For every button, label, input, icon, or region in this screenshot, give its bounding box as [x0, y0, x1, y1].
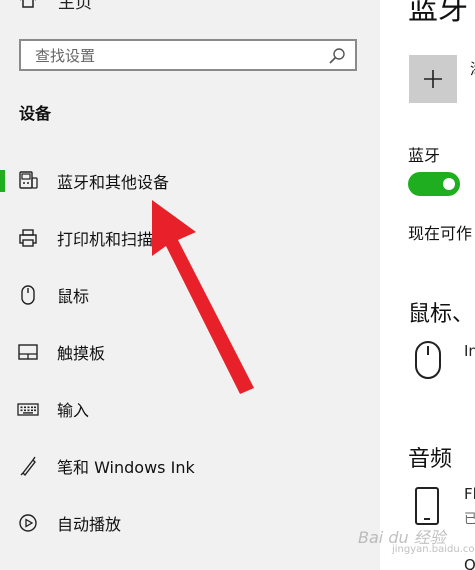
bluetooth-toggle[interactable] [408, 172, 460, 196]
nav-item-printers[interactable]: 打印机和扫描仪 [0, 218, 380, 258]
nav-item-typing[interactable]: 输入 [0, 389, 380, 429]
watermark-url: jingyan.baidu.com [392, 544, 475, 555]
audio-device2-name[interactable]: Q [464, 556, 475, 570]
search-icon[interactable] [328, 47, 346, 65]
nav-item-label: 触摸板 [57, 344, 106, 363]
nav-item-pen[interactable]: 笔和 Windows Ink [0, 446, 380, 486]
phone-device-icon [415, 487, 439, 525]
toggle-knob [443, 178, 455, 190]
add-device-label[interactable]: 添 [470, 58, 475, 79]
bluetooth-toggle-label: 蓝牙 [408, 146, 441, 165]
search-box[interactable] [19, 39, 357, 71]
nav-item-label: 输入 [57, 401, 90, 420]
audio-section-heading: 音频 [408, 447, 453, 472]
plus-icon [424, 70, 442, 88]
mouse-device-icon [415, 341, 441, 379]
content-pane: 蓝牙 添 蓝牙 现在可作 鼠标、 In 音频 Fl 已 Q [380, 0, 475, 570]
selected-indicator [0, 170, 5, 192]
nav-item-label: 笔和 Windows Ink [57, 458, 195, 477]
mouse-icon [21, 285, 35, 305]
search-input[interactable] [33, 45, 327, 67]
discoverable-text: 现在可作 [408, 224, 473, 243]
nav-item-label: 蓝牙和其他设备 [57, 173, 170, 192]
add-device-button[interactable] [409, 55, 457, 103]
nav-item-label: 鼠标 [57, 287, 90, 306]
nav-home-label: 主页 [58, 0, 92, 13]
nav-item-label: 打印机和扫描仪 [57, 230, 170, 249]
nav-section-title: 设备 [19, 104, 52, 123]
autoplay-icon [19, 514, 37, 532]
audio-device-name[interactable]: Fl [464, 485, 475, 503]
pen-icon [20, 456, 36, 477]
audio-device-status: 已 [464, 512, 475, 527]
nav-item-bluetooth[interactable]: 蓝牙和其他设备 [0, 161, 380, 201]
home-icon [20, 0, 36, 8]
bluetooth-devices-icon [19, 171, 38, 189]
touchpad-icon [18, 344, 38, 360]
settings-window: 主页 设备 蓝牙和其他设备 [0, 0, 475, 570]
nav-item-mouse[interactable]: 鼠标 [0, 275, 380, 315]
nav-item-autoplay[interactable]: 自动播放 [0, 503, 380, 543]
printer-icon [19, 229, 37, 247]
nav-item-touchpad[interactable]: 触摸板 [0, 332, 380, 372]
nav-item-label: 自动播放 [57, 515, 122, 534]
mouse-section-heading: 鼠标、 [408, 302, 475, 327]
page-title: 蓝牙 [408, 0, 468, 27]
keyboard-icon [17, 403, 39, 416]
nav-home[interactable]: 主页 [18, 0, 92, 14]
mouse-device-name[interactable]: In [464, 342, 475, 360]
settings-nav-pane: 主页 设备 蓝牙和其他设备 [0, 0, 380, 570]
